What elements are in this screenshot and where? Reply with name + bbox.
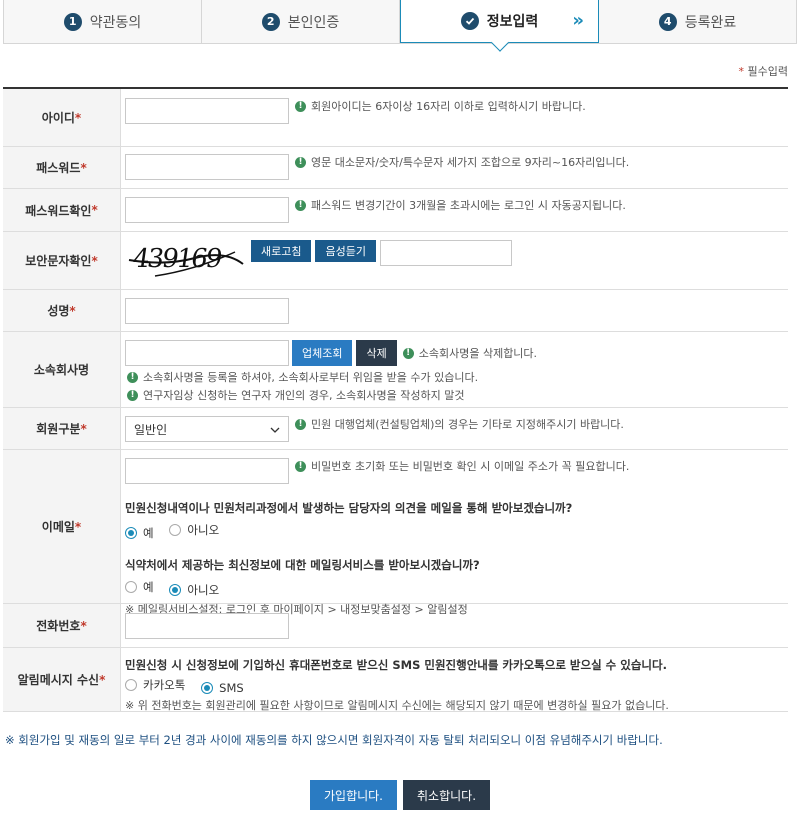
info-icon: ! xyxy=(295,460,306,472)
password-input[interactable] xyxy=(125,154,289,180)
row-phone: 전화번호 * xyxy=(3,604,788,648)
row-password-confirm: 패스워드확인 * ! 패스워드 변경기간이 3개월을 초과시에는 로그인 시 자동공… xyxy=(3,189,788,232)
email-hint: ! 비밀번호 초기화 또는 비밀번호 확인 시 이메일 주소가 꼭 필요합니다. xyxy=(295,458,629,474)
captcha-image: 439169 xyxy=(125,240,247,280)
captcha-refresh-button[interactable]: 새로고침 xyxy=(251,240,312,262)
phone-input[interactable] xyxy=(125,613,289,639)
email-q2-yes-radio[interactable]: 예 xyxy=(125,579,154,595)
info-icon: ! xyxy=(295,199,306,211)
id-input[interactable] xyxy=(125,98,289,124)
step-label: 본인인증 xyxy=(287,14,340,31)
password-confirm-hint: ! 패스워드 변경기간이 3개월을 초과시에는 로그인 시 자동공지됩니다. xyxy=(295,197,626,213)
chevron-down-icon xyxy=(270,422,280,436)
row-company: 소속회사명 업체조회 삭제 ! 소속회사명을 삭제합니다. ! 소속회사명을 등록을… xyxy=(3,332,788,408)
password-hint: ! 영문 대소문자/숫자/특수문자 세가지 조합으로 9자리~16자리입니다. xyxy=(295,154,629,170)
row-member-type: 회원구분 * 일반인 ! 민원 대행업체(컨설팅업체)의 경우는 기타로 지정해주시… xyxy=(3,408,788,450)
member-type-hint: ! 민원 대행업체(컨설팅업체)의 경우는 기타로 지정해주시기 바랍니다. xyxy=(295,416,624,432)
info-icon: ! xyxy=(295,156,306,168)
notify-kakao-radio[interactable]: 카카오톡 xyxy=(125,677,185,693)
password-label: 패스워드 * xyxy=(3,147,121,188)
info-icon: ! xyxy=(402,347,414,359)
email-question-2: 식약처에서 제공하는 최신정보에 대한 메일링서비스를 받아보시겠습니까? xyxy=(125,558,480,572)
captcha-input[interactable] xyxy=(379,240,512,266)
notify-question: 민원신청 시 신청정보에 기입하신 휴대폰번호로 받으신 SMS 민원진행안내를… xyxy=(125,658,667,672)
step-number: 4 xyxy=(658,12,677,31)
notify-note: ※ 위 전화번호는 회원관리에 필요한 사항이므로 알림메시지 수신에는 해당되… xyxy=(125,699,669,712)
email-input[interactable] xyxy=(125,458,289,484)
step-label: 등록완료 xyxy=(684,14,737,31)
row-notify: 알림메시지 수신 * 민원신청 시 신청정보에 기입하신 휴대폰번호로 받으신 S… xyxy=(3,648,788,712)
member-type-label: 회원구분 * xyxy=(3,408,121,449)
company-hint-researcher: ! 연구자임상 신청하는 연구자 개인의 경우, 소속회사명을 작성하지 말것 xyxy=(127,387,464,403)
captcha-noise xyxy=(128,251,244,277)
email-q2-options: 예 아니오 xyxy=(125,579,784,598)
step-number: 2 xyxy=(261,12,280,31)
email-q1-yes-radio[interactable]: 예 xyxy=(125,525,154,541)
phone-label: 전화번호 * xyxy=(3,604,121,647)
info-icon: ! xyxy=(127,389,138,401)
join-button[interactable]: 가입합니다. xyxy=(309,780,397,810)
step-label: 약관동의 xyxy=(89,14,142,31)
check-icon xyxy=(460,12,479,30)
email-q1-options: 예 아니오 xyxy=(125,522,784,541)
company-label: 소속회사명 xyxy=(3,332,121,407)
email-q2-no-radio[interactable]: 아니오 xyxy=(169,582,219,598)
company-input[interactable] xyxy=(125,340,289,366)
company-search-button[interactable]: 업체조회 xyxy=(292,340,353,366)
step-number: 1 xyxy=(63,12,82,31)
step-indicator: 1 약관동의 2 본인인증 정보입력 » 4 등록완료 xyxy=(3,0,797,44)
member-type-select[interactable]: 일반인 xyxy=(125,416,289,442)
registration-form: 아이디 * ! 회원아이디는 6자이상 16자리 이하로 입력하시기 바랍니다. 패… xyxy=(3,87,788,712)
email-q1-no-radio[interactable]: 아니오 xyxy=(169,522,219,538)
rejoin-notice: ※ 회원가입 및 재동의 일로 부터 2년 경과 사이에 재동의를 하지 않으시… xyxy=(5,733,663,747)
step-terms: 1 약관동의 xyxy=(4,0,202,43)
captcha-label: 보안문자확인 * xyxy=(3,232,121,289)
id-hint: ! 회원아이디는 6자이상 16자리 이하로 입력하시기 바랍니다. xyxy=(295,98,586,114)
info-icon: ! xyxy=(295,100,306,112)
required-note: * 필수입력 xyxy=(738,65,788,78)
company-delete-button[interactable]: 삭제 xyxy=(356,340,397,366)
name-label: 성명 * xyxy=(3,290,121,331)
name-input[interactable] xyxy=(125,298,289,324)
row-name: 성명 * xyxy=(3,290,788,332)
double-chevron-icon: » xyxy=(572,10,583,31)
company-hint-register: ! 소속회사명을 등록을 하셔야, 소속회사로부터 위임을 받을 수가 있습니다. xyxy=(127,369,478,385)
row-password: 패스워드 * ! 영문 대소문자/숫자/특수문자 세가지 조합으로 9자리~16자리… xyxy=(3,147,788,189)
id-label: 아이디 * xyxy=(3,89,121,146)
info-icon: ! xyxy=(295,418,306,430)
notify-label: 알림메시지 수신 * xyxy=(3,648,121,711)
member-type-value: 일반인 xyxy=(134,422,168,437)
info-icon: ! xyxy=(127,371,138,383)
notify-options: 카카오톡 SMS xyxy=(125,677,784,695)
step-label: 정보입력 xyxy=(486,14,539,30)
step-complete: 4 등록완료 xyxy=(599,0,796,43)
company-hint-delete: ! 소속회사명을 삭제합니다. xyxy=(402,345,537,361)
form-actions: 가입합니다. 취소합니다. xyxy=(0,780,800,810)
password-confirm-label: 패스워드확인 * xyxy=(3,189,121,231)
captcha-audio-button[interactable]: 음성듣기 xyxy=(315,240,376,262)
step-verify: 2 본인인증 xyxy=(202,0,400,43)
row-captcha: 보안문자확인 * 439169 새로고침 음성듣기 xyxy=(3,232,788,290)
email-question-1: 민원신청내역이나 민원처리과정에서 발생하는 담당자의 의견을 메일을 통해 받… xyxy=(125,501,573,515)
row-email: 이메일 * ! 비밀번호 초기화 또는 비밀번호 확인 시 이메일 주소가 꼭 필요… xyxy=(3,450,788,616)
password-confirm-input[interactable] xyxy=(125,197,289,223)
email-label: 이메일 * xyxy=(3,450,121,603)
notify-sms-radio[interactable]: SMS xyxy=(201,681,244,695)
captcha-buttons: 새로고침 음성듣기 xyxy=(251,240,376,262)
row-id: 아이디 * ! 회원아이디는 6자이상 16자리 이하로 입력하시기 바랍니다. xyxy=(3,89,788,147)
cancel-button[interactable]: 취소합니다. xyxy=(403,780,491,810)
step-info-input: 정보입력 » xyxy=(400,0,599,43)
